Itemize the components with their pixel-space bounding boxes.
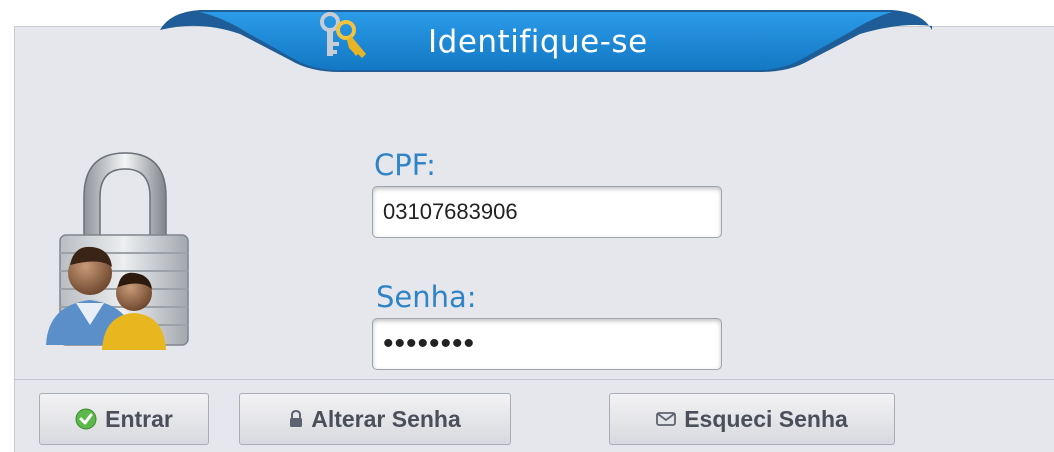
esqueci-senha-label: Esqueci Senha: [684, 405, 848, 432]
senha-label: Senha:: [376, 280, 477, 314]
lock-small-icon: [289, 410, 303, 428]
entrar-label: Entrar: [105, 405, 173, 432]
page-title: Identifique-se: [428, 24, 648, 60]
header-tab: Identifique-se: [160, 10, 932, 72]
cpf-label: CPF:: [374, 148, 436, 182]
footer-divider: [14, 379, 1054, 380]
lock-users-icon: [40, 145, 220, 360]
entrar-button[interactable]: Entrar: [39, 393, 209, 445]
alterar-senha-button[interactable]: Alterar Senha: [239, 393, 511, 445]
cpf-input[interactable]: [372, 186, 722, 238]
esqueci-senha-button[interactable]: Esqueci Senha: [609, 393, 895, 445]
alterar-senha-label: Alterar Senha: [311, 405, 461, 432]
password-input[interactable]: [372, 318, 722, 370]
envelope-icon: [656, 411, 677, 427]
check-icon: [75, 408, 97, 430]
